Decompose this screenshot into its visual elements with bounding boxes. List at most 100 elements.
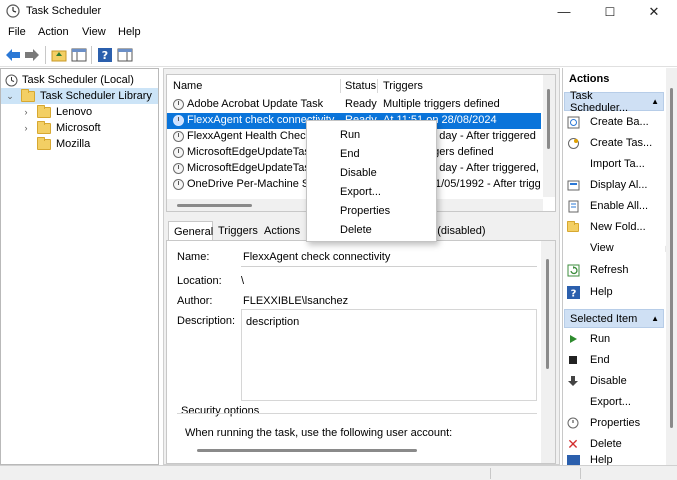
task-name: MicrosoftEdgeUpdateTaskM: [187, 146, 311, 158]
author-value: FLEXXIBLE\lsanchez: [243, 295, 349, 307]
scroll-thumb[interactable]: [670, 88, 673, 428]
context-menu-delete[interactable]: Delete: [340, 224, 372, 236]
chevron-down-icon[interactable]: ⌄: [5, 91, 15, 102]
tree-item-lenovo[interactable]: › Lenovo: [1, 104, 158, 120]
action-end[interactable]: End: [566, 350, 674, 370]
column-header-status[interactable]: Status: [345, 77, 376, 95]
tree-root-label: Task Scheduler (Local): [22, 74, 134, 86]
tab-triggers[interactable]: Triggers: [213, 221, 263, 241]
context-menu-run[interactable]: Run: [340, 129, 360, 141]
column-divider[interactable]: [377, 79, 378, 93]
forward-arrow-icon[interactable]: [23, 46, 41, 64]
tab-general[interactable]: General: [168, 221, 213, 241]
column-header-name[interactable]: Name: [173, 77, 202, 95]
actions-section-label: Task Scheduler...: [570, 89, 629, 114]
context-menu-end[interactable]: End: [340, 148, 360, 160]
minimize-button[interactable]: —: [541, 0, 587, 23]
action-label: Properties: [590, 417, 641, 429]
task-triggers: ry day - After triggered: [427, 130, 536, 142]
context-menu-properties[interactable]: Properties: [340, 205, 390, 217]
name-label: Name:: [177, 251, 210, 263]
delete-x-icon: ✕: [567, 435, 579, 452]
menu-help[interactable]: Help: [118, 26, 141, 38]
task-name: MicrosoftEdgeUpdateTaskM: [187, 162, 311, 174]
properties-clock-icon: [566, 416, 580, 430]
menu-view[interactable]: View: [82, 26, 106, 38]
help-icon[interactable]: ?: [96, 46, 114, 64]
back-arrow-icon[interactable]: [4, 46, 22, 64]
name-field[interactable]: FlexxAgent check connectivity: [241, 245, 537, 267]
collapse-up-icon[interactable]: ▲: [651, 97, 659, 106]
chevron-right-icon[interactable]: ›: [21, 123, 31, 133]
scroll-thumb[interactable]: [547, 89, 550, 149]
action-export[interactable]: Export...: [566, 392, 674, 412]
tree-item-mozilla[interactable]: Mozilla: [1, 136, 158, 152]
security-options-label: Security options: [181, 405, 260, 417]
action-properties[interactable]: Properties: [566, 413, 674, 433]
create-task-icon: [566, 136, 580, 150]
action-label: Enable All...: [590, 200, 649, 212]
action-help[interactable]: ? Help: [566, 282, 674, 302]
status-divider: [580, 468, 581, 479]
action-help-selected[interactable]: Help: [566, 455, 674, 465]
action-refresh[interactable]: Refresh: [566, 260, 674, 280]
tab-actions[interactable]: Actions: [259, 221, 305, 241]
action-enable-all-history[interactable]: Enable All...: [566, 196, 674, 216]
action-create-basic-task[interactable]: Create Ba...: [566, 112, 674, 132]
collapse-up-icon[interactable]: ▲: [651, 314, 659, 323]
title-bar: Task Scheduler — ☐ ✕: [0, 0, 677, 23]
svg-text:?: ?: [570, 288, 576, 299]
action-import-task[interactable]: Import Ta...: [566, 154, 674, 174]
column-header-triggers[interactable]: Triggers: [383, 77, 423, 95]
task-list-vertical-scrollbar[interactable]: [543, 75, 555, 197]
actions-vertical-scrollbar[interactable]: [666, 68, 677, 465]
action-disable[interactable]: Disable: [566, 371, 674, 391]
close-button[interactable]: ✕: [631, 0, 677, 23]
context-menu-export[interactable]: Export...: [340, 186, 381, 198]
menu-file[interactable]: File: [8, 26, 26, 38]
action-label: Help: [590, 286, 613, 298]
clock-icon: [173, 163, 184, 174]
chevron-right-icon[interactable]: ›: [21, 107, 31, 117]
action-display-all-running[interactable]: Display Al...: [566, 175, 674, 195]
task-triggers: ry day - After triggered,: [427, 162, 539, 174]
action-create-task[interactable]: Create Tas...: [566, 133, 674, 153]
name-value: FlexxAgent check connectivity: [243, 251, 391, 263]
show-hide-action-pane-icon[interactable]: [116, 46, 134, 64]
task-triggers: 1/05/1992 - After trigg: [435, 178, 541, 190]
action-new-folder[interactable]: New Fold...: [566, 217, 674, 237]
display-running-tasks-icon: [566, 178, 580, 192]
tree-item-library[interactable]: ⌄ Task Scheduler Library: [1, 88, 158, 104]
actions-section-task-scheduler[interactable]: Task Scheduler... ▲: [564, 89, 664, 114]
tree-item-microsoft[interactable]: › Microsoft: [1, 120, 158, 136]
import-task-icon: [566, 157, 580, 171]
clock-icon: [173, 115, 184, 126]
task-status: Ready: [345, 98, 377, 110]
window-title: Task Scheduler: [26, 5, 102, 17]
task-name: OneDrive Per-Machine Sta: [187, 178, 311, 190]
details-vertical-scrollbar[interactable]: [541, 241, 555, 463]
context-menu-disable[interactable]: Disable: [340, 167, 377, 179]
action-label: Import Ta...: [590, 158, 645, 170]
scroll-thumb[interactable]: [546, 259, 549, 369]
tree-item-root[interactable]: Task Scheduler (Local): [1, 72, 158, 88]
export-icon: [566, 395, 580, 409]
end-icon: [566, 353, 580, 367]
action-delete[interactable]: ✕ Delete: [566, 434, 674, 454]
author-label: Author:: [177, 295, 213, 307]
description-field[interactable]: description: [241, 309, 537, 401]
action-run[interactable]: Run: [566, 329, 674, 349]
tree-lenovo-label: Lenovo: [56, 106, 93, 118]
scroll-thumb[interactable]: [177, 204, 252, 207]
action-label: Help: [590, 455, 613, 465]
show-hide-tree-icon[interactable]: [70, 46, 88, 64]
actions-section-selected-item[interactable]: Selected Item ▲: [564, 309, 664, 328]
up-folder-icon[interactable]: [50, 46, 68, 64]
menu-action[interactable]: Action: [38, 26, 69, 38]
action-label: Display Al...: [590, 179, 648, 191]
details-horizontal-scroll-thumb[interactable]: [197, 449, 417, 452]
action-view[interactable]: View ▶: [566, 238, 674, 258]
task-row[interactable]: Adobe Acrobat Update Task Ready Multiple…: [167, 97, 541, 113]
maximize-button[interactable]: ☐: [587, 0, 633, 23]
column-divider[interactable]: [340, 79, 341, 93]
